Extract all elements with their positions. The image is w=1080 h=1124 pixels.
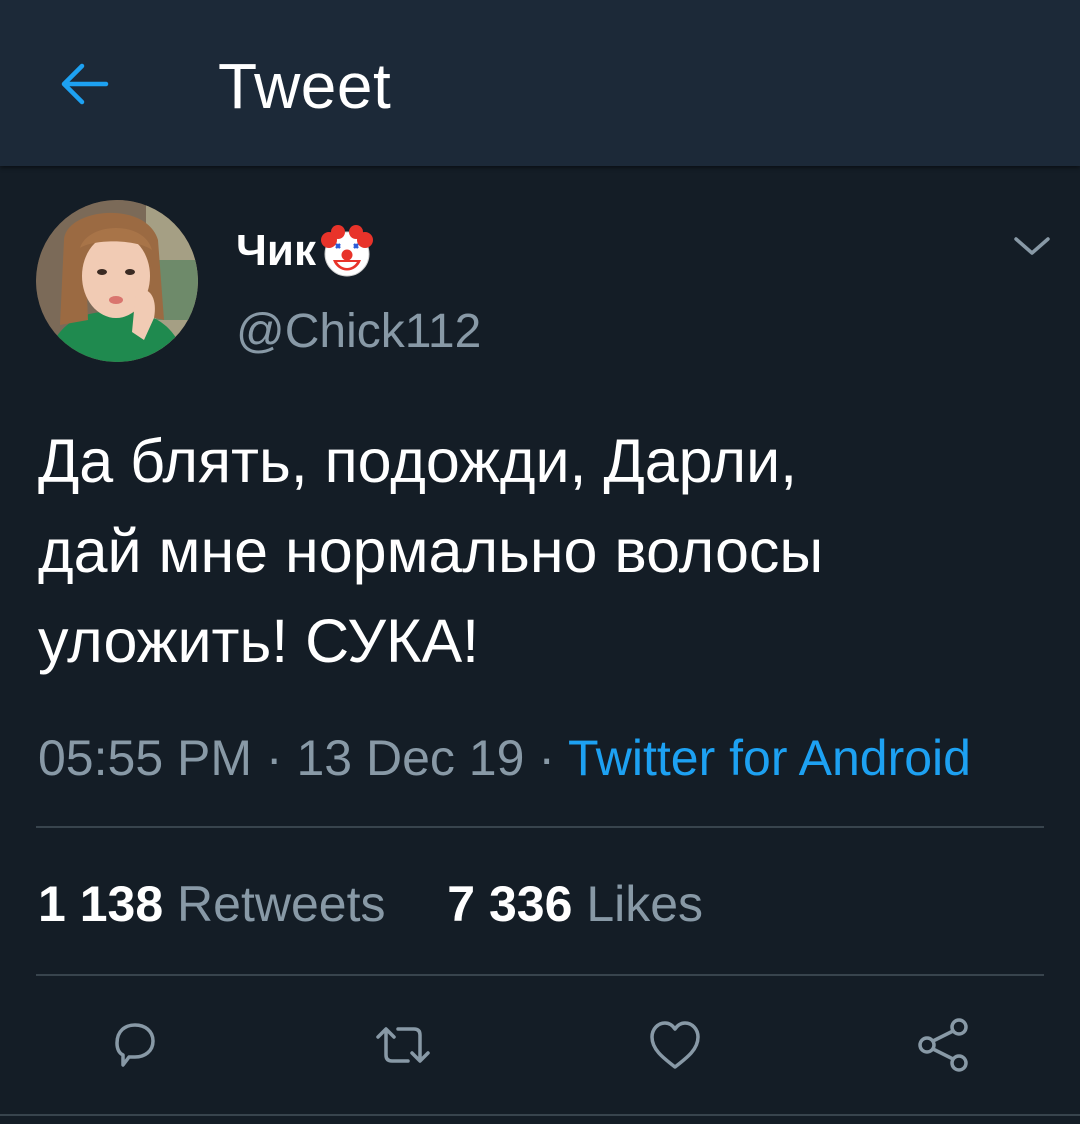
share-button[interactable] <box>908 1010 978 1080</box>
reply-button[interactable] <box>100 1010 170 1080</box>
likes-count: 7 336 <box>447 876 573 932</box>
tweet-text-line: дай мне нормально волосы <box>38 517 824 585</box>
chevron-down-icon <box>1014 237 1050 255</box>
like-button[interactable] <box>640 1010 710 1080</box>
tweet-text-line: Да блять, подожди, Дарли, <box>38 427 798 495</box>
tweet-source-link[interactable]: Twitter for Android <box>568 730 971 786</box>
tweet-metadata: 05:55 PM · 13 Dec 19 · Twitter for Andro… <box>38 728 971 788</box>
meta-separator: · <box>538 730 555 786</box>
engagement-stats: 1 138 Retweets 7 336 Likes <box>38 874 703 934</box>
tweet-date: 13 Dec 19 <box>296 730 525 786</box>
page-title: Tweet <box>218 50 392 122</box>
heart-icon <box>650 1021 700 1069</box>
share-icon <box>918 1018 968 1072</box>
tweet-text-line: уложить! СУКА! <box>38 607 480 675</box>
tweet-text: Да блять, подожди, Дарли, дай мне нормал… <box>38 416 1048 686</box>
back-button[interactable] <box>52 52 116 116</box>
author-name-row[interactable]: Чик <box>236 222 376 280</box>
divider <box>0 1114 1080 1116</box>
retweets-stat[interactable]: 1 138 Retweets <box>38 876 399 932</box>
divider <box>36 974 1044 976</box>
arrow-left-icon <box>61 63 109 105</box>
retweets-label: Retweets <box>177 876 386 932</box>
divider <box>36 826 1044 828</box>
tweet-options-button[interactable] <box>1006 226 1058 266</box>
avatar[interactable] <box>36 200 198 362</box>
meta-separator: · <box>265 730 283 786</box>
likes-label: Likes <box>586 876 704 932</box>
retweet-button[interactable] <box>368 1010 438 1080</box>
reply-icon <box>115 1023 155 1067</box>
clown-face-icon <box>321 225 373 277</box>
tweet-time: 05:55 PM <box>38 730 253 786</box>
profile-photo <box>36 200 198 362</box>
author-handle[interactable]: @Chick112 <box>236 304 481 360</box>
retweet-icon <box>376 1027 430 1063</box>
retweets-count: 1 138 <box>38 876 164 932</box>
likes-stat[interactable]: 7 336 Likes <box>447 876 703 932</box>
top-app-bar: Tweet <box>0 0 1080 166</box>
display-name: Чик <box>236 226 316 275</box>
